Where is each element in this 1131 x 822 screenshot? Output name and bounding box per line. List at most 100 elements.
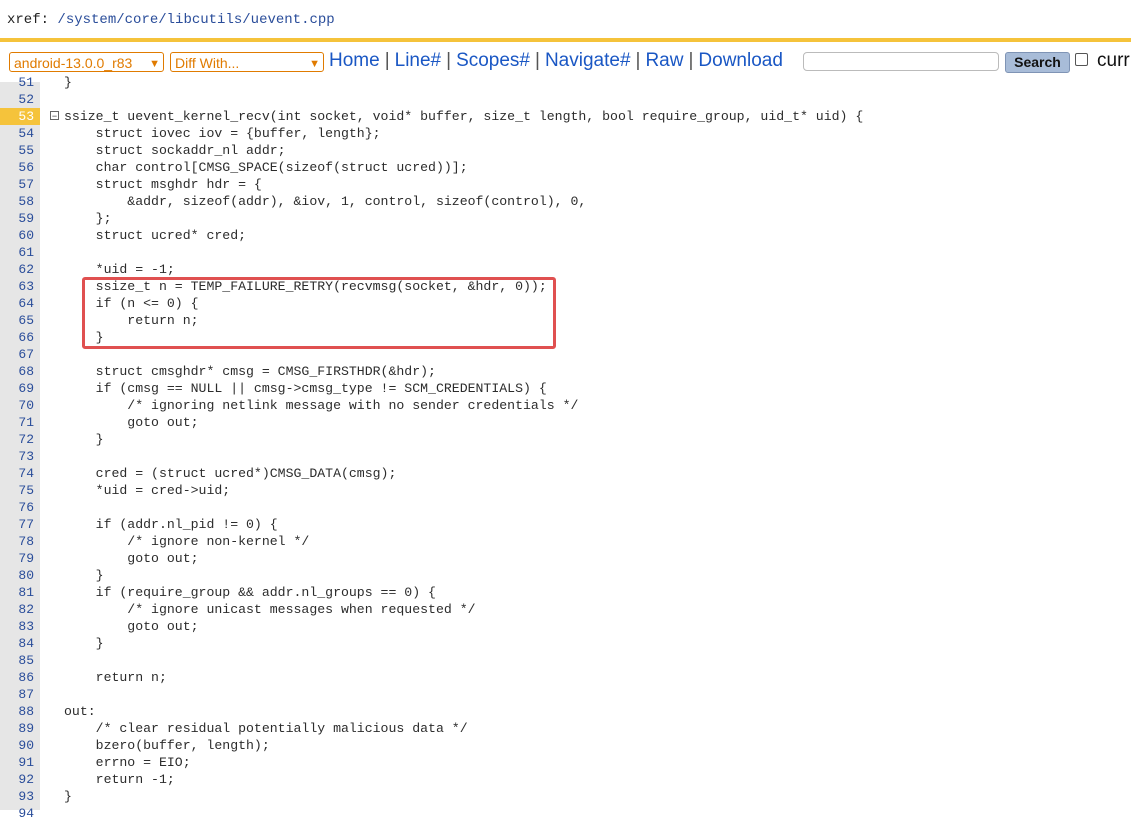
line-number-link[interactable]: 90 [0,737,34,754]
line-number-link[interactable]: 68 [0,363,34,380]
diff-select[interactable]: Diff With... ▼ [170,52,324,72]
line-number-link[interactable]: 79 [0,550,34,567]
line-number-link[interactable]: 87 [0,686,34,703]
line-number-link[interactable]: 71 [0,414,34,431]
line-number-link[interactable]: 59 [0,210,34,227]
line-number-link[interactable]: 54 [0,125,34,142]
version-select-value: android-13.0.0_r83 [14,55,133,71]
code-line: 94 [0,805,1131,822]
code-line: 84 } [0,635,1131,652]
line-number-link[interactable]: 89 [0,720,34,737]
code-text: ssize_t uevent_kernel_recv(int socket, v… [64,109,864,124]
line-number-link[interactable]: 51 [0,74,34,91]
code-text: /* ignoring netlink message with no send… [64,398,579,413]
code-text: if (require_group && addr.nl_groups == 0… [64,585,436,600]
breadcrumb: xref: /system/core/libcutils/uevent.cpp [7,12,335,28]
line-number-link[interactable]: 62 [0,261,34,278]
search-button[interactable]: Search [1005,52,1070,73]
code-text: if (cmsg == NULL || cmsg->cmsg_type != S… [64,381,547,396]
line-number-link[interactable]: 74 [0,465,34,482]
raw-link[interactable]: Raw [645,50,683,71]
line-number-link[interactable]: 85 [0,652,34,669]
code-text: cred = (struct ucred*)CMSG_DATA(cmsg); [64,466,397,481]
line-number-link[interactable]: 58 [0,193,34,210]
line-number-link[interactable]: 67 [0,346,34,363]
code-line: 78 /* ignore non-kernel */ [0,533,1131,550]
line-number-link[interactable]: 92 [0,771,34,788]
download-link[interactable]: Download [698,50,783,71]
line-number-link[interactable]: 88 [0,703,34,720]
line-number-link[interactable]: 65 [0,312,34,329]
line-number-link[interactable]: 63 [0,278,34,295]
line-number-link[interactable]: 60 [0,227,34,244]
line-number-link[interactable]: 64 [0,295,34,312]
line-number-link[interactable]: 53 [0,108,40,125]
version-select[interactable]: android-13.0.0_r83 ▼ [9,52,164,72]
line-number-link[interactable]: 66 [0,329,34,346]
line-number-link[interactable]: 83 [0,618,34,635]
code-line: 79 goto out; [0,550,1131,567]
line-number-link[interactable]: 81 [0,584,34,601]
chevron-down-icon: ▼ [149,58,160,70]
code-line: 71 goto out; [0,414,1131,431]
code-line: 58 &addr, sizeof(addr), &iov, 1, control… [0,193,1131,210]
code-line: 76 [0,499,1131,516]
code-text: struct ucred* cred; [64,228,247,243]
line-number-link[interactable]: 52 [0,91,34,108]
code-text: } [64,75,72,90]
breadcrumb-link-file[interactable]: /uevent.cpp [242,12,334,28]
breadcrumb-link-core[interactable]: /core [116,12,158,28]
code-line: 83 goto out; [0,618,1131,635]
line-number-link[interactable]: 91 [0,754,34,771]
line-number-link[interactable]: 93 [0,788,34,805]
line-number-link[interactable]: 84 [0,635,34,652]
code-text: struct iovec iov = {buffer, length}; [64,126,381,141]
code-line: 74 cred = (struct ucred*)CMSG_DATA(cmsg)… [0,465,1131,482]
line-number-link[interactable]: 72 [0,431,34,448]
breadcrumb-link-system[interactable]: /system [57,12,116,28]
line-number-link[interactable]: 76 [0,499,34,516]
line-number-link[interactable]: 61 [0,244,34,261]
line-number-link[interactable]: 56 [0,159,34,176]
code-line: 80 } [0,567,1131,584]
line-number-link[interactable]: 78 [0,533,34,550]
search-input[interactable] [803,52,999,71]
line-number-link[interactable]: 57 [0,176,34,193]
code-text: struct sockaddr_nl addr; [64,143,286,158]
code-line: 56 char control[CMSG_SPACE(sizeof(struct… [0,159,1131,176]
code-text: bzero(buffer, length); [64,738,270,753]
line-number-link[interactable]: 80 [0,567,34,584]
code-text: if (addr.nl_pid != 0) { [64,517,278,532]
code-text: /* clear residual potentially malicious … [64,721,468,736]
line-number-link[interactable]: 69 [0,380,34,397]
breadcrumb-link-libcutils[interactable]: /libcutils [158,12,242,28]
line-number-link[interactable]: 86 [0,669,34,686]
code-line: 82 /* ignore unicast messages when reque… [0,601,1131,618]
xref-prefix: xref: [7,12,58,28]
line-number-link[interactable]: 70 [0,397,34,414]
home-link[interactable]: Home [329,50,380,71]
code-text: return n; [64,670,167,685]
code-text: goto out; [64,619,199,634]
line-number-link[interactable]: 77 [0,516,34,533]
code-line: 51} [0,74,1131,91]
line-number-link[interactable]: 75 [0,482,34,499]
current-directory-checkbox[interactable] [1075,53,1088,66]
scopes-link[interactable]: Scopes# [456,50,530,71]
annotation-highlight-box [82,277,556,349]
navigate-link[interactable]: Navigate# [545,50,631,71]
line-number-link[interactable]: 73 [0,448,34,465]
code-text: *uid = cred->uid; [64,483,231,498]
collapse-icon[interactable]: − [50,111,59,121]
code-text: struct cmsghdr* cmsg = CMSG_FIRSTHDR(&hd… [64,364,436,379]
line-number-link[interactable]: 55 [0,142,34,159]
code-text: } [64,789,72,804]
code-text: goto out; [64,551,199,566]
code-line: 85 [0,652,1131,669]
line-number-link[interactable]: 82 [0,601,34,618]
line-numbers-link[interactable]: Line# [395,50,442,71]
code-text: goto out; [64,415,199,430]
code-line: 89 /* clear residual potentially malicio… [0,720,1131,737]
code-line: 57 struct msghdr hdr = { [0,176,1131,193]
line-number-link[interactable]: 94 [0,805,34,822]
